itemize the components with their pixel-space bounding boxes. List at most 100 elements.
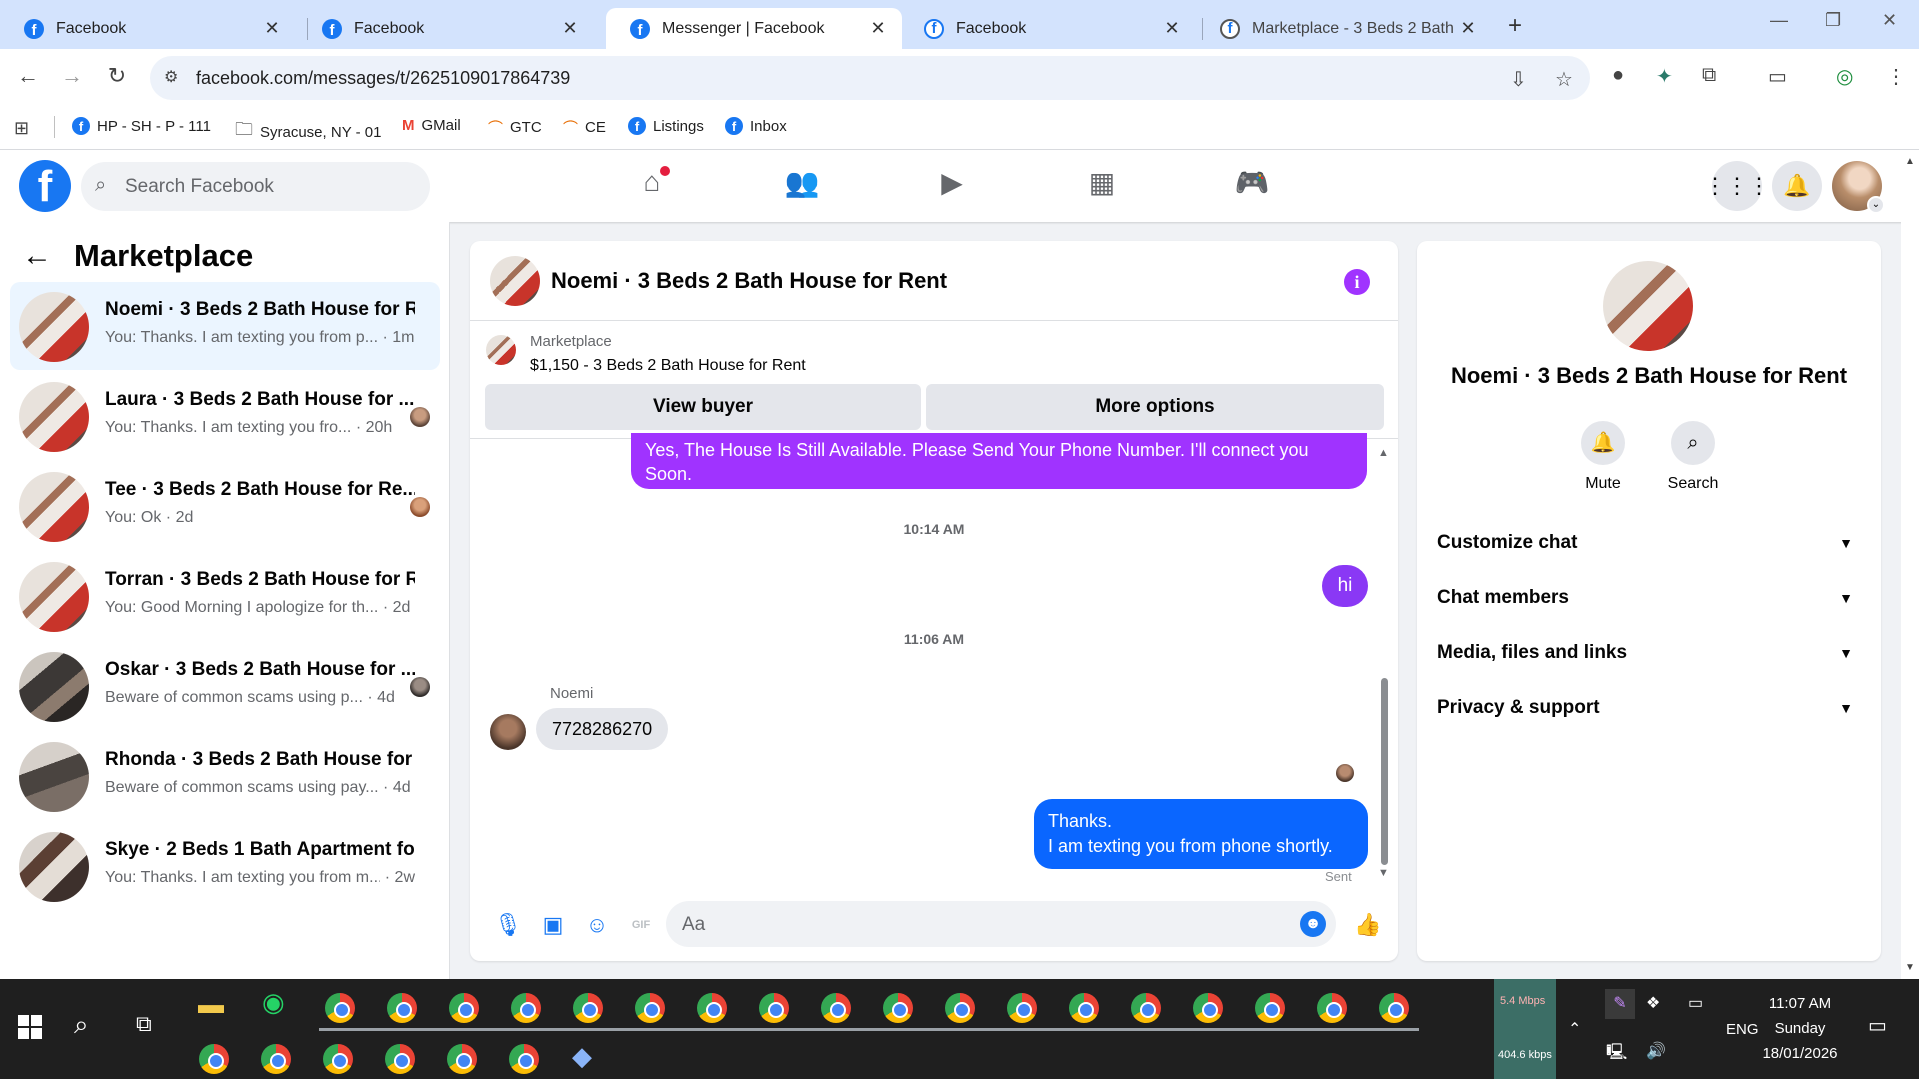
chrome-window-icon[interactable] [1131,993,1161,1023]
network-icon[interactable]: 🖳 [1606,1041,1627,1068]
apps-grid-icon[interactable]: ⊞ [14,118,29,139]
bookmark-item[interactable]: ⌒ CE [563,117,606,138]
browser-tab-2[interactable]: f Facebook ✕ [298,8,594,49]
chrome-window-icon[interactable] [509,1044,539,1074]
notes-app-icon[interactable]: ◆ [572,1041,592,1072]
video-icon[interactable]: ▶ [932,166,972,206]
bookmark-item[interactable]: f Inbox [725,117,787,135]
extension-icon[interactable]: ✦ [1656,64,1673,89]
menu-grid-icon[interactable]: ⋮⋮⋮ [1704,161,1770,211]
message-input[interactable]: Aa ☻ [666,901,1336,947]
browser-tab-3[interactable]: f Messenger | Facebook ✕ [606,8,902,49]
profile-icon[interactable]: ◎ [1836,64,1853,89]
chrome-window-icon[interactable] [635,993,665,1023]
chat-members-section[interactable]: Chat members ▼ [1437,578,1861,618]
page-scrollbar[interactable]: ▲ ▼ [1901,150,1919,979]
back-arrow-icon[interactable]: ← [22,239,52,273]
cookie-extension-icon[interactable]: ● [1612,64,1624,87]
chrome-window-icon[interactable] [199,1044,229,1074]
chrome-window-icon[interactable] [323,1044,353,1074]
bookmark-item[interactable]: ⌒ GTC [488,117,542,138]
facebook-logo-icon[interactable]: f [19,160,71,212]
chrome-window-icon[interactable] [385,1044,415,1074]
browser-tab-4[interactable]: f Facebook ✕ [900,8,1196,49]
back-arrow-icon[interactable]: ← [13,63,43,89]
mute-button[interactable]: 🔔 Mute [1563,421,1643,493]
address-bar[interactable]: ⚙ facebook.com/messages/t/26251090178647… [150,56,1590,100]
sticker-icon[interactable]: ☺ [584,912,610,938]
info-icon[interactable]: i [1344,269,1370,295]
bookmark-item[interactable]: 🗀 Syracuse, NY - 01 [235,117,381,147]
sender-avatar[interactable] [490,714,526,750]
marketplace-listing-row[interactable]: Marketplace $1,150 - 3 Beds 2 Bath House… [470,321,1398,385]
conversation-item-torran[interactable]: Torran · 3 Beds 2 Bath House for R... Yo… [10,552,440,640]
whatsapp-icon[interactable]: ◉ [262,987,285,1018]
gaming-icon[interactable]: 🎮 [1232,166,1272,206]
chrome-window-icon[interactable] [1193,993,1223,1023]
task-view-icon[interactable]: ⧉ [136,1011,152,1037]
chrome-window-icon[interactable] [449,993,479,1023]
customize-chat-section[interactable]: Customize chat ▼ [1437,523,1861,563]
close-tab-icon[interactable]: ✕ [868,18,888,39]
chrome-window-icon[interactable] [325,993,355,1023]
chrome-window-icon[interactable] [821,993,851,1023]
browser-tab-1[interactable]: f Facebook ✕ [0,8,296,49]
close-tab-icon[interactable]: ✕ [1458,18,1478,39]
dropbox-icon[interactable]: ❖ [1646,993,1660,1013]
marketplace-icon[interactable]: ▦ [1082,166,1122,206]
extensions-puzzle-icon[interactable]: ⧉ [1702,64,1716,87]
conversation-item-rhonda[interactable]: Rhonda · 3 Beds 2 Bath House for ... Bew… [10,732,440,820]
bookmark-item[interactable]: f HP - SH - P - 111 [72,117,211,135]
show-hidden-icons-icon[interactable]: ⌃ [1568,1019,1581,1039]
tab-search-icon[interactable]: ▭ [1768,64,1787,89]
account-avatar[interactable]: ⌄ [1832,161,1885,214]
battery-icon[interactable]: ▭ [1688,993,1703,1013]
thumbs-up-icon[interactable]: 👍 [1354,912,1381,938]
close-tab-icon[interactable]: ✕ [560,18,580,39]
gif-icon[interactable]: GIF [628,912,654,938]
scroll-down-icon[interactable]: ▼ [1378,867,1389,879]
system-clock[interactable]: 11:07 AM Sunday 18/01/2026 [1745,991,1855,1066]
windows-start-icon[interactable] [18,1015,42,1039]
file-explorer-icon[interactable]: ▬ [198,989,224,1020]
scroll-up-icon[interactable]: ▲ [1378,447,1389,459]
chat-title[interactable]: Noemi · 3 Beds 2 Bath House for Rent [551,268,947,294]
chrome-window-icon[interactable] [447,1044,477,1074]
notification-center-icon[interactable]: ▭ [1868,1013,1887,1038]
bookmark-item[interactable]: f Listings [628,117,704,135]
emoji-icon[interactable]: ☻ [1300,911,1326,937]
search-facebook-input[interactable]: ⌕ Search Facebook [81,162,430,211]
url-text[interactable]: facebook.com/messages/t/2625109017864739 [196,68,570,89]
restore-icon[interactable]: ❐ [1825,10,1841,31]
scrollbar-thumb[interactable] [1381,678,1388,865]
message-thread[interactable]: Yes, The House Is Still Available. Pleas… [470,433,1398,884]
new-tab-button[interactable]: + [1508,12,1522,40]
feather-app-icon[interactable]: ✎ [1605,989,1635,1019]
friends-icon[interactable]: 👥 [782,166,822,206]
media-files-links-section[interactable]: Media, files and links ▼ [1437,633,1861,673]
conversation-item-skye[interactable]: Skye · 2 Beds 1 Bath Apartment for... Yo… [10,822,440,910]
chrome-window-icon[interactable] [1255,993,1285,1023]
conversation-avatar[interactable] [1603,261,1693,351]
forward-arrow-icon[interactable]: → [57,63,87,89]
chrome-window-icon[interactable] [387,993,417,1023]
chrome-window-icon[interactable] [759,993,789,1023]
site-info-icon[interactable]: ⚙ [164,67,178,87]
view-buyer-button[interactable]: View buyer [485,384,921,430]
more-options-button[interactable]: More options [926,384,1384,430]
chat-scrollbar[interactable]: ▲ ▼ [1378,447,1390,879]
chat-avatar[interactable] [490,256,540,306]
chrome-window-icon[interactable] [697,993,727,1023]
notifications-bell-icon[interactable]: 🔔 [1772,161,1822,211]
conversation-item-oskar[interactable]: Oskar · 3 Beds 2 Bath House for ... Bewa… [10,642,440,730]
chrome-window-icon[interactable] [945,993,975,1023]
privacy-support-section[interactable]: Privacy & support ▼ [1437,688,1861,728]
chrome-window-icon[interactable] [511,993,541,1023]
browser-tab-5[interactable]: f Marketplace - 3 Beds 2 Bath Ho ✕ [1196,8,1492,49]
taskbar-search-icon[interactable]: ⌕ [74,1009,89,1041]
chrome-window-icon[interactable] [883,993,913,1023]
conversation-item-noemi[interactable]: Noemi · 3 Beds 2 Bath House for R... You… [10,282,440,370]
attach-image-icon[interactable]: ▣ [540,912,566,938]
close-tab-icon[interactable]: ✕ [262,18,282,39]
microphone-icon[interactable]: 🎙 [494,912,522,938]
